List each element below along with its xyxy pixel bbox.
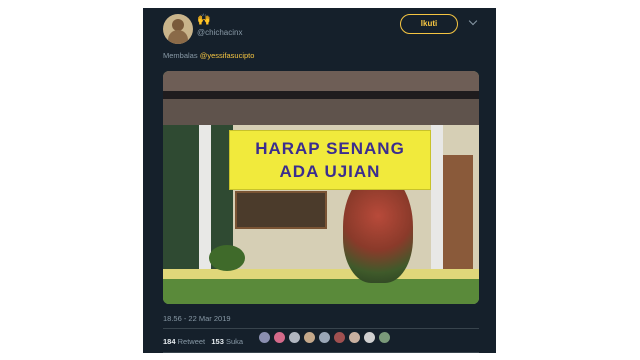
divider-bottom (163, 352, 479, 353)
shrub (209, 245, 245, 271)
liker-avatar[interactable] (303, 331, 316, 344)
liker-avatar[interactable] (318, 331, 331, 344)
grass (163, 279, 479, 304)
tweet-card: 🙌 @chichacinx Ikuti Membalas @yessifasuc… (143, 8, 496, 353)
banner-line-2: ADA UJIAN (279, 162, 381, 181)
roof-shadow (163, 91, 479, 99)
liker-avatar[interactable] (258, 331, 271, 344)
building-window (235, 191, 327, 229)
display-name-emoji[interactable]: 🙌 (197, 13, 211, 26)
liker-avatar[interactable] (348, 331, 361, 344)
liker-avatar[interactable] (333, 331, 346, 344)
username[interactable]: @chichacinx (197, 28, 242, 37)
liker-avatar[interactable] (363, 331, 376, 344)
reply-context: Membalas @yessifasucipto (163, 51, 254, 60)
reply-prefix: Membalas (163, 51, 198, 60)
avatar[interactable] (163, 14, 193, 44)
divider-top (163, 328, 479, 329)
like-count[interactable]: 153 (211, 337, 224, 346)
banner-line-1: HARAP SENANG (255, 139, 405, 158)
reply-mention-link[interactable]: @yessifasucipto (200, 51, 255, 60)
retweet-count[interactable]: 184 (163, 337, 176, 346)
tweet-photo[interactable]: HARAP SENANG ADA UJIAN (163, 71, 479, 304)
follow-button[interactable]: Ikuti (400, 14, 458, 34)
engagement-stats: 184 Retweet 153 Suka (163, 337, 243, 346)
liker-avatar[interactable] (378, 331, 391, 344)
wall-base (163, 269, 479, 279)
roof-upper (163, 71, 479, 91)
building-door (443, 155, 473, 275)
retweet-label[interactable]: Retweet (178, 337, 206, 346)
chevron-down-icon[interactable] (468, 16, 478, 26)
banner: HARAP SENANG ADA UJIAN (229, 130, 431, 190)
roof-lower (163, 99, 479, 125)
avatar-body (168, 30, 188, 44)
like-label[interactable]: Suka (226, 337, 243, 346)
liker-avatar[interactable] (273, 331, 286, 344)
timestamp-link[interactable]: 18.56 - 22 Mar 2019 (163, 314, 231, 323)
liker-avatar[interactable] (288, 331, 301, 344)
